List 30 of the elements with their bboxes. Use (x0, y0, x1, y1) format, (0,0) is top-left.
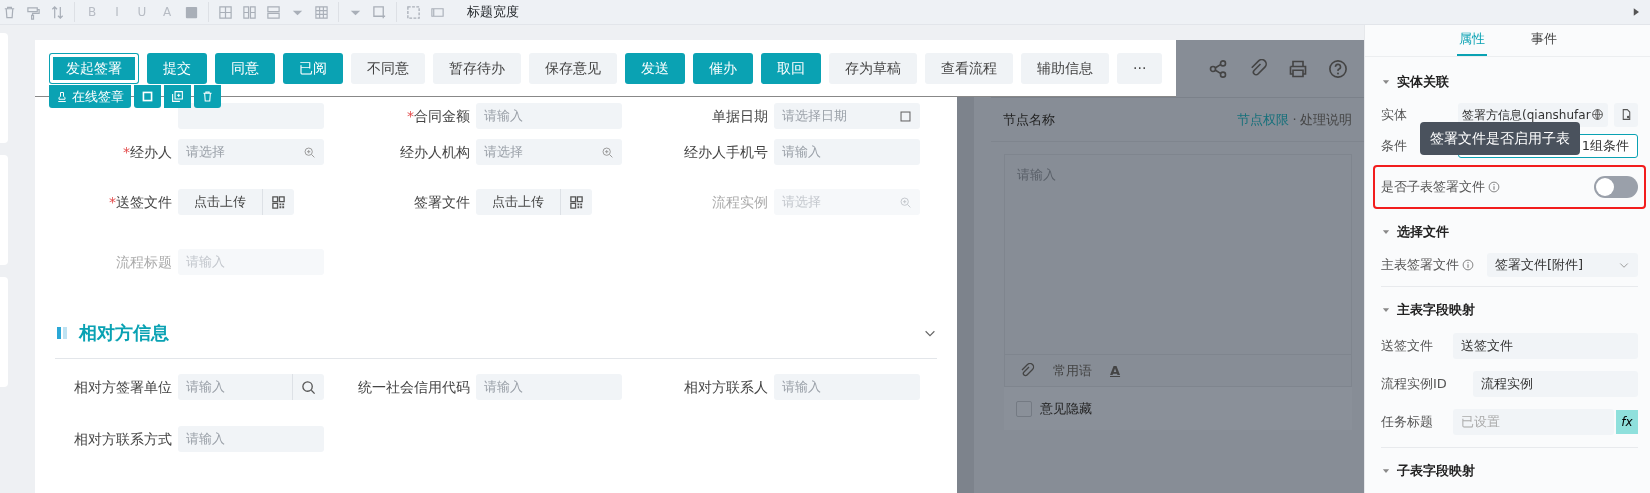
tooltip: 签署文件是否启用子表 (1420, 122, 1580, 155)
field-label: 相对方联系方式 (74, 430, 172, 447)
field-label: 任务标题 (1381, 413, 1434, 432)
section-title: 主表字段映射 (1397, 301, 1475, 320)
note-label: 处理说明 (1300, 110, 1352, 129)
checkbox-label: 意见隐藏 (1040, 399, 1092, 418)
section-title: 实体关联 (1397, 73, 1449, 92)
field-label: 相对方签署单位 (74, 378, 172, 395)
field-label: 主表签署文件 (1381, 255, 1459, 274)
field-label: *合同金额 (407, 107, 470, 124)
field-label: 统一社会信用代码 (358, 378, 470, 395)
field-label: 送签文件 (1381, 337, 1434, 356)
field-label: 实体 (1381, 105, 1407, 124)
section-title: 子表字段映射 (1397, 462, 1475, 481)
node-name-title: 节点名称 (1003, 110, 1055, 129)
field-label: *送签文件 (109, 193, 172, 210)
field-label: 经办人机构 (400, 143, 470, 160)
field-label: 流程实例 (712, 193, 768, 210)
field-label: 签署文件 (414, 193, 470, 210)
field-label: 流程标题 (116, 253, 172, 270)
field-label: 经办人手机号 (684, 143, 768, 160)
section-title: 相对方信息 (79, 321, 169, 345)
field-label: *经办人 (123, 143, 172, 160)
field-label: 单据日期 (712, 107, 768, 124)
field-label: 相对方联系人 (684, 378, 768, 395)
field-label: 条件 (1381, 136, 1407, 155)
toggle-label: 是否子表签署文件 (1381, 178, 1485, 197)
section-title: 选择文件 (1397, 223, 1449, 242)
separator-dot: · (1292, 110, 1297, 129)
field-label: 流程实例ID (1381, 375, 1448, 394)
